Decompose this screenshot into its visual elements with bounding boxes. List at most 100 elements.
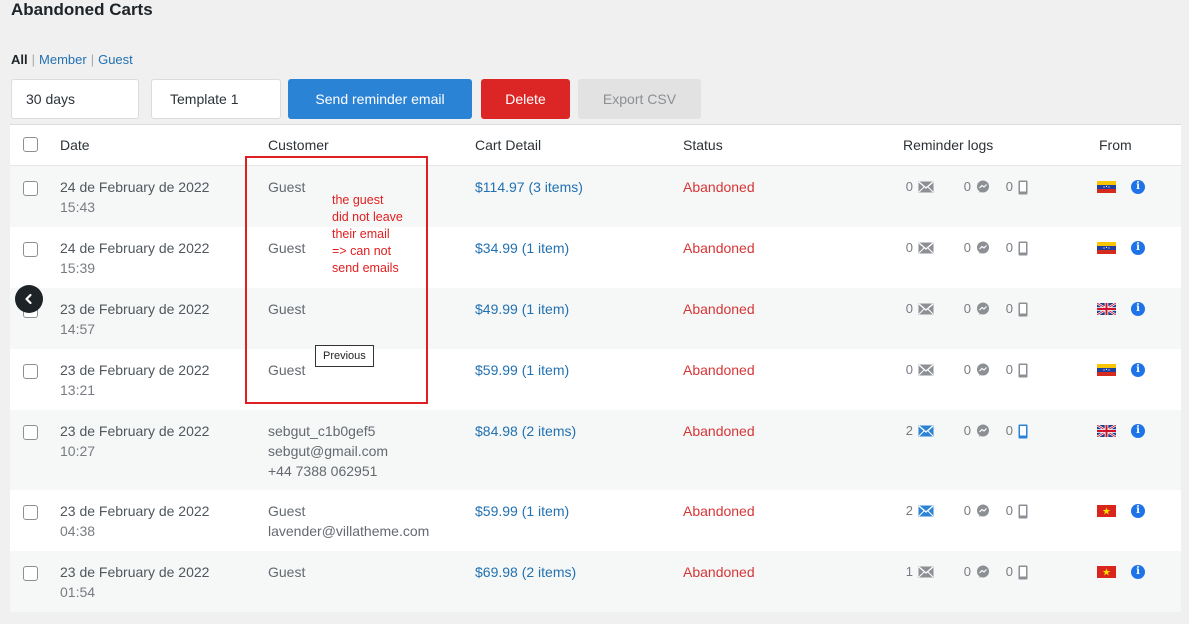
- cart-detail-link[interactable]: $114.97 (3 items): [475, 177, 583, 197]
- time-text: 14:57: [60, 321, 96, 337]
- view-filters: All | Member | Guest: [11, 52, 133, 67]
- delete-button[interactable]: Delete: [481, 79, 570, 119]
- cart-detail-link[interactable]: $59.99 (1 item): [475, 501, 569, 521]
- messenger-count: 0: [963, 503, 971, 518]
- email-log[interactable]: [918, 242, 934, 254]
- email-icon: [918, 425, 934, 437]
- email-log[interactable]: [918, 566, 934, 578]
- reminder-logs: 0 0 0: [903, 177, 1028, 197]
- customer-line: lavender@villatheme.com: [268, 523, 430, 539]
- template-select[interactable]: Template 1: [151, 79, 281, 119]
- info-icon[interactable]: i: [1131, 424, 1145, 438]
- reminder-logs: 2 0 0: [903, 421, 1028, 441]
- customer-line: Guest: [268, 240, 306, 256]
- row-checkbox[interactable]: [23, 242, 38, 257]
- row-checkbox[interactable]: [23, 505, 38, 520]
- column-reminder-logs: Reminder logs: [903, 137, 994, 153]
- customer-cell: Guest: [268, 238, 305, 258]
- sms-log[interactable]: [1018, 504, 1028, 519]
- messenger-count: 0: [963, 240, 971, 255]
- venezuela-flag-icon: [1097, 181, 1116, 193]
- sms-count: 0: [1005, 240, 1013, 255]
- info-icon[interactable]: i: [1131, 241, 1145, 255]
- period-select[interactable]: 30 days: [11, 79, 139, 119]
- sms-log[interactable]: [1018, 302, 1028, 317]
- sms-log[interactable]: [1018, 180, 1028, 195]
- sms-log[interactable]: [1018, 424, 1028, 439]
- email-icon: [918, 364, 934, 376]
- cart-detail-link[interactable]: $84.98 (2 items): [475, 421, 576, 441]
- sms-log[interactable]: [1018, 363, 1028, 378]
- date-cell: 23 de February de 2022 14:57: [60, 299, 209, 339]
- venezuela-flag-icon: [1097, 242, 1116, 254]
- date-text: 24 de February de 2022: [60, 240, 210, 256]
- customer-line: Guest: [268, 179, 306, 195]
- email-log[interactable]: [918, 181, 934, 193]
- messenger-log[interactable]: [976, 424, 990, 438]
- column-customer[interactable]: Customer: [268, 137, 329, 153]
- messenger-log[interactable]: [976, 241, 990, 255]
- table-row: 23 de February de 2022 04:38 Guest lavender…: [10, 490, 1181, 551]
- info-icon[interactable]: i: [1131, 180, 1145, 194]
- customer-line: sebgut_c1b0gef5: [268, 423, 376, 439]
- messenger-log[interactable]: [976, 504, 990, 518]
- cart-detail-link[interactable]: $59.99 (1 item): [475, 360, 569, 380]
- email-log[interactable]: [918, 425, 934, 437]
- time-text: 01:54: [60, 584, 96, 600]
- messenger-log[interactable]: [976, 180, 990, 194]
- previous-arrow-button[interactable]: [15, 285, 43, 313]
- info-icon[interactable]: i: [1131, 302, 1145, 316]
- date-cell: 24 de February de 2022 15:39: [60, 238, 209, 278]
- chevron-left-icon: [25, 293, 32, 305]
- abandoned-carts-table: Date Customer Cart Detail Status Reminde…: [10, 124, 1181, 612]
- phone-icon: [1018, 504, 1028, 518]
- date-text: 23 de February de 2022: [60, 301, 210, 317]
- table-body: 24 de February de 2022 15:43 Guest $114.97 …: [10, 166, 1181, 612]
- from-cell: i: [1097, 424, 1145, 438]
- select-all-checkbox[interactable]: [23, 137, 38, 152]
- messenger-log[interactable]: [976, 565, 990, 579]
- from-cell: i: [1097, 504, 1145, 518]
- time-text: 10:27: [60, 443, 96, 459]
- messenger-count: 0: [963, 301, 971, 316]
- export-csv-button[interactable]: Export CSV: [578, 79, 701, 119]
- send-reminder-email-button[interactable]: Send reminder email: [288, 79, 472, 119]
- row-checkbox[interactable]: [23, 425, 38, 440]
- sms-log[interactable]: [1018, 565, 1028, 580]
- customer-line: Guest: [268, 301, 306, 317]
- messenger-icon: [977, 565, 989, 578]
- filter-all[interactable]: All: [11, 52, 28, 67]
- email-log[interactable]: [918, 364, 934, 376]
- row-checkbox[interactable]: [23, 566, 38, 581]
- phone-icon: [1018, 424, 1028, 438]
- email-log[interactable]: [918, 505, 934, 517]
- from-cell: i: [1097, 241, 1145, 255]
- column-status[interactable]: Status: [683, 137, 723, 153]
- messenger-log[interactable]: [976, 302, 990, 316]
- email-count: 0: [905, 362, 913, 377]
- table-row: 23 de February de 2022 10:27 sebgut_c1b0ge…: [10, 410, 1181, 490]
- phone-icon: [1018, 565, 1028, 579]
- filter-member[interactable]: Member: [39, 52, 87, 67]
- row-checkbox[interactable]: [23, 364, 38, 379]
- messenger-count: 0: [963, 564, 971, 579]
- status-text: Abandoned: [683, 564, 755, 580]
- date-cell: 23 de February de 2022 04:38: [60, 501, 209, 541]
- row-checkbox[interactable]: [23, 181, 38, 196]
- email-count: 0: [905, 301, 913, 316]
- messenger-icon: [977, 504, 989, 517]
- info-icon[interactable]: i: [1131, 504, 1145, 518]
- email-log[interactable]: [918, 303, 934, 315]
- column-date[interactable]: Date: [60, 137, 90, 153]
- messenger-log[interactable]: [976, 363, 990, 377]
- cart-detail-link[interactable]: $34.99 (1 item): [475, 238, 569, 258]
- sms-log[interactable]: [1018, 241, 1028, 256]
- cart-detail-link[interactable]: $69.98 (2 items): [475, 562, 576, 582]
- email-count: 0: [905, 240, 913, 255]
- info-icon[interactable]: i: [1131, 565, 1145, 579]
- info-icon[interactable]: i: [1131, 363, 1145, 377]
- cart-detail-link[interactable]: $49.99 (1 item): [475, 299, 569, 319]
- filter-guest[interactable]: Guest: [98, 52, 133, 67]
- column-cart-detail[interactable]: Cart Detail: [475, 137, 541, 153]
- messenger-icon: [977, 363, 989, 376]
